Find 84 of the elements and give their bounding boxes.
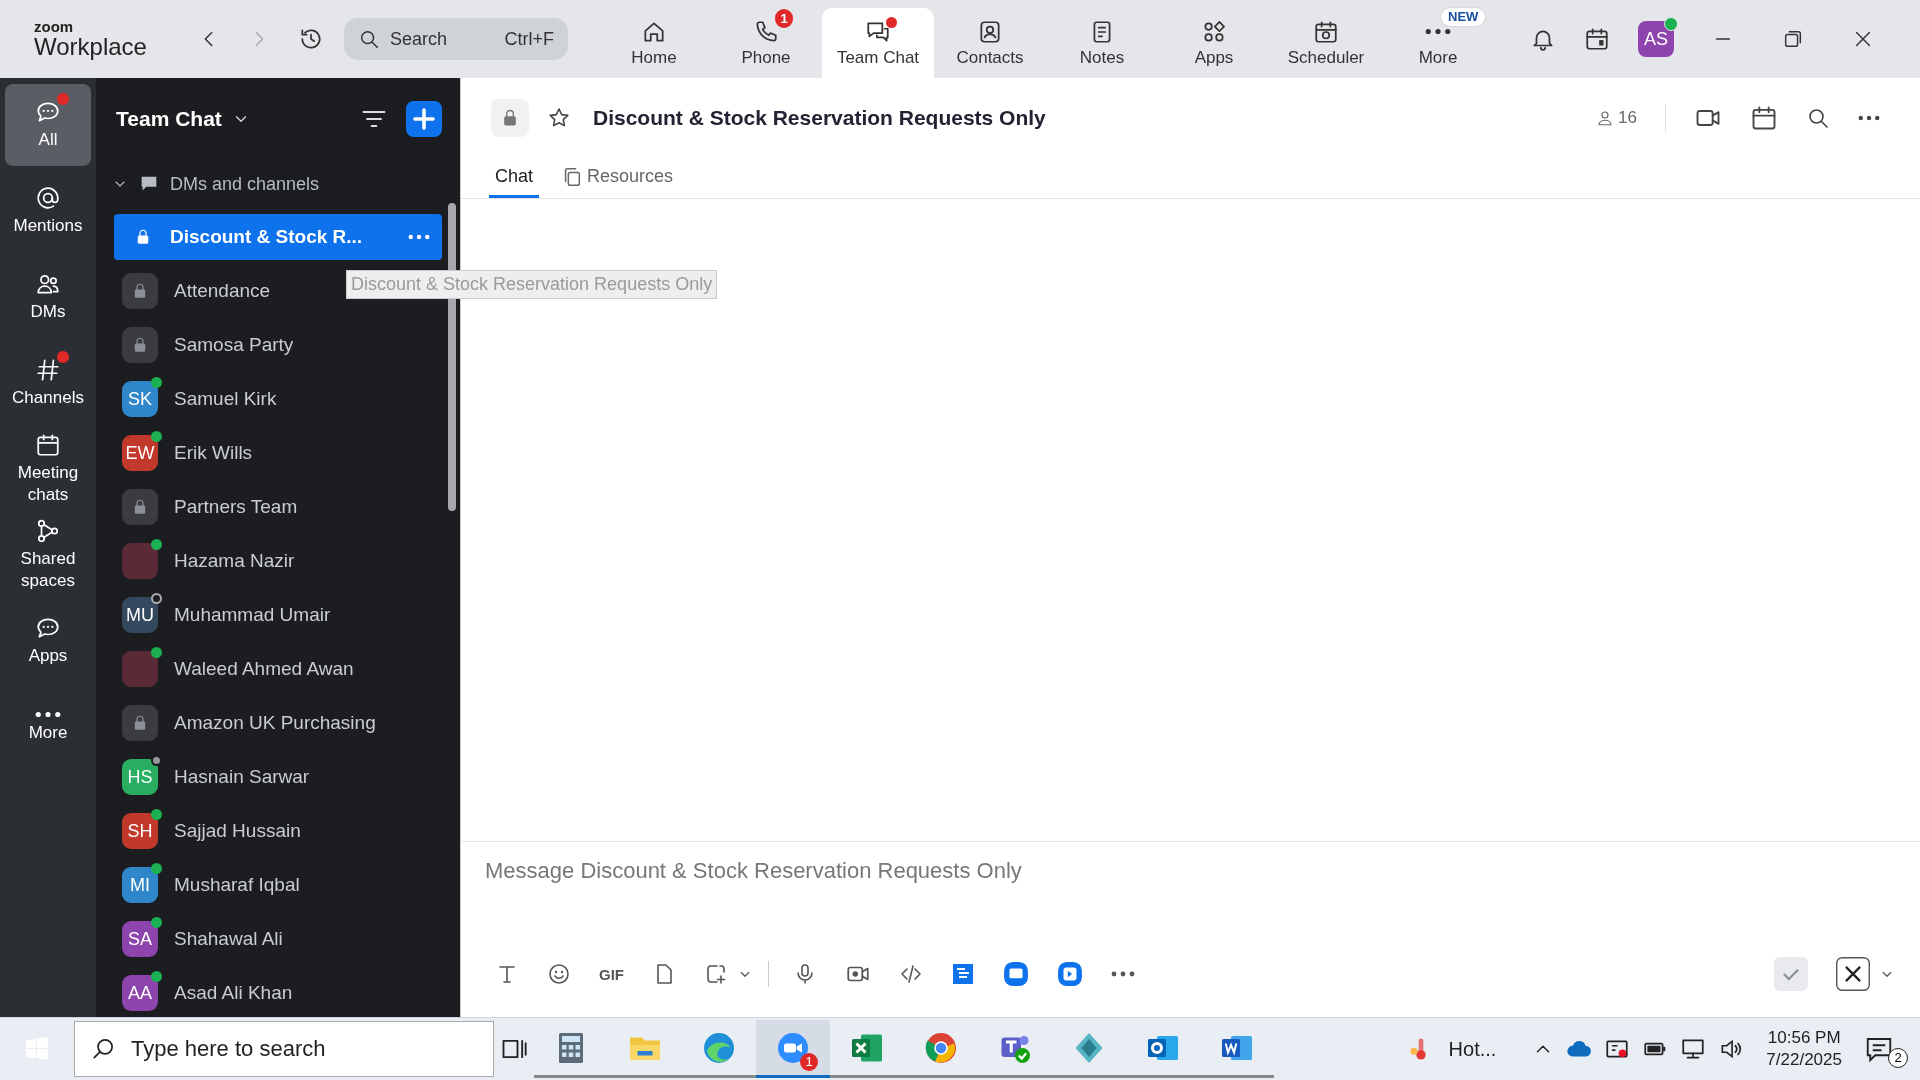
chat-list-item[interactable]: MU Muhammad Umair (114, 592, 343, 638)
more-icon[interactable] (1111, 971, 1135, 977)
rail-item[interactable]: Channels (5, 342, 91, 424)
more-icon (1425, 28, 1451, 35)
chat-list-item[interactable]: Amazon UK Purchasing (114, 700, 388, 746)
network-icon[interactable] (1680, 1036, 1707, 1062)
nav-tab[interactable]: Scheduler (1270, 8, 1382, 78)
history-icon[interactable] (298, 26, 324, 52)
logo-text: Workplace (34, 35, 148, 59)
nav-tab[interactable]: Team Chat (822, 8, 934, 78)
weather-text[interactable]: Hot... (1448, 1037, 1497, 1061)
panel-title[interactable]: Team Chat (116, 107, 250, 131)
members-button[interactable]: 16 (1596, 108, 1637, 128)
channel-title: Discount & Stock Reservation Requests Only (593, 106, 1046, 130)
rail-item[interactable]: Mentions (5, 170, 91, 252)
nodes-icon (35, 518, 61, 545)
more-icon (35, 710, 61, 718)
chat-list-item[interactable]: EW Erik Wills (114, 430, 265, 476)
chat-list-item[interactable]: Hazama Nazir (114, 538, 307, 584)
chat-list-item[interactable]: Waleed Ahmed Awan (114, 646, 366, 692)
chat-list-item[interactable]: SA Shahawal Ali (114, 916, 295, 962)
clips-app-icon[interactable] (1057, 961, 1083, 987)
notification-dot (57, 350, 69, 363)
at-sign-icon (35, 184, 61, 211)
section-header[interactable]: DMs and channels (96, 160, 460, 208)
tooltip: Discount & Stock Reservation Requests Only (346, 270, 718, 299)
search-icon[interactable] (1806, 106, 1830, 130)
cancel-icon[interactable] (1836, 957, 1870, 991)
tab[interactable]: Chat (489, 158, 540, 198)
chat-list-item[interactable]: SK Samuel Kirk (114, 376, 289, 422)
nav-tab[interactable]: 1 Phone (710, 8, 822, 78)
nav-tab[interactable]: Apps (1158, 8, 1270, 78)
count-badge: 1 (775, 8, 793, 28)
apps-icon (1201, 18, 1227, 45)
online-dot (1664, 17, 1678, 31)
chat-list-item[interactable]: SH Sajjad Hussain (114, 808, 313, 854)
shortcut-hint: Ctrl+F (504, 28, 554, 50)
more-icon[interactable] (408, 234, 430, 240)
clock[interactable]: 10:56 PM 7/22/2025 (1766, 1026, 1842, 1072)
count-badge: 1 (800, 1053, 818, 1071)
notification-dot (57, 92, 69, 105)
nav-tab[interactable]: Contacts (934, 8, 1046, 78)
calendar-clock-icon (1313, 18, 1339, 45)
check-icon[interactable] (1774, 957, 1808, 991)
taskbar-search-field[interactable]: Type here to search (74, 1021, 494, 1077)
restore-icon[interactable] (1782, 28, 1804, 50)
chat-list-item[interactable]: Samosa Party (114, 322, 306, 368)
initials-avatar: HS (122, 759, 158, 795)
logo-text: zoom (34, 19, 75, 34)
chat-list-item[interactable]: MI Musharaf Iqbal (114, 862, 312, 908)
rail-item[interactable]: All (5, 84, 91, 166)
gif-button[interactable]: GIF (599, 965, 624, 983)
rail-item[interactable]: Apps (5, 600, 91, 683)
nav-tab[interactable]: Notes (1046, 8, 1158, 78)
chat-list-item[interactable]: Attendance (114, 268, 283, 314)
rail-item[interactable]: DMs (5, 256, 91, 338)
rail-item[interactable]: Shared spaces (5, 514, 91, 597)
hash-icon (35, 356, 61, 383)
chat-list-item[interactable]: Partners Team (114, 484, 310, 530)
nav-tab[interactable]: Home (598, 8, 710, 78)
search-icon (358, 28, 380, 50)
person-icon (1596, 109, 1615, 127)
screenshot-icon[interactable] (704, 962, 728, 986)
nav-tab[interactable]: NEW More (1382, 8, 1494, 78)
plus-icon[interactable] (406, 101, 442, 137)
search-field[interactable]: Search Ctrl+F (344, 18, 568, 60)
code-icon[interactable] (899, 962, 923, 986)
phone-icon (753, 18, 779, 45)
whiteboard-app-icon[interactable] (1003, 961, 1029, 987)
count-badge: 2 (1888, 1048, 1908, 1068)
chat-list-item[interactable]: AA Asad Ali Khan (114, 970, 305, 1016)
chat-list-item[interactable]: HS Hasnain Sarwar (114, 754, 322, 800)
document-app-icon[interactable] (951, 962, 975, 986)
calendar-icon[interactable] (1750, 104, 1778, 132)
rail-item[interactable]: More (5, 686, 91, 769)
more-icon[interactable] (1858, 115, 1880, 121)
calendar-icon[interactable] (1584, 26, 1610, 52)
rail-item[interactable]: Meeting chats (5, 428, 91, 511)
calendar-icon (35, 432, 61, 458)
emoji-icon[interactable] (547, 962, 571, 986)
tab[interactable]: Resources (555, 158, 680, 198)
contact-card-icon (977, 18, 1003, 45)
new-badge: NEW (1441, 7, 1486, 26)
chat-list-item[interactable]: Discount & Stock R... (114, 214, 442, 260)
